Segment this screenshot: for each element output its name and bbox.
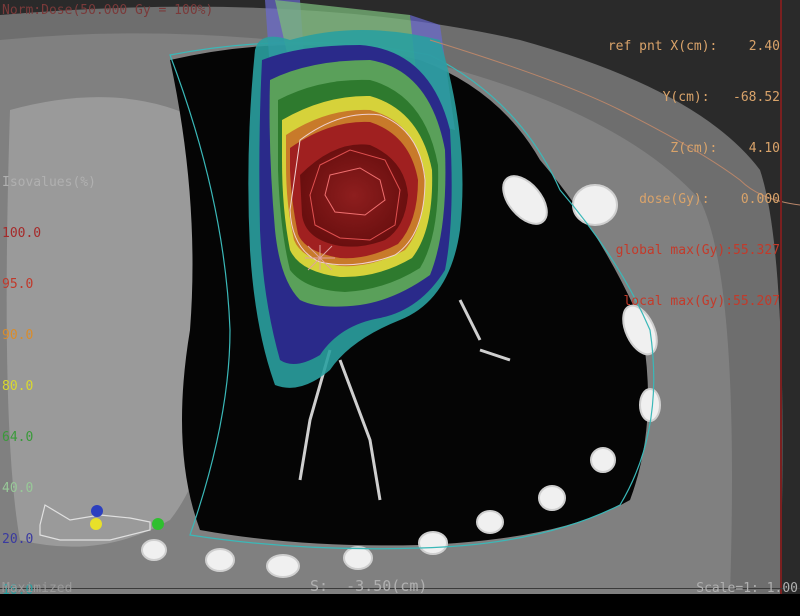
ref-point-z: Z(cm): 4.10 [670,141,780,156]
vertical-divider [780,0,782,594]
ref-point-dose: dose(Gy): 0.000 [639,192,780,207]
isovalue-20: 20.0 [2,532,34,547]
isovalue-80: 80.0 [2,379,34,394]
scale-readout: Scale=1: 1.00 [696,581,798,596]
local-max: local max(Gy):55.207 [623,294,780,309]
isovalue-95: 95.0 [2,277,34,292]
ref-point-y: Y(cm): -68.52 [662,90,780,105]
slice-position: S: -3.50(cm) [310,577,428,595]
isovalue-title: Isovalues(%) [2,175,96,190]
isovalue-64: 64.0 [2,430,34,445]
isovalue-legend: Isovalues(%) 100.0 95.0 90.0 80.0 64.0 4… [2,140,96,616]
global-max: global max(Gy):55.327 [615,243,780,258]
isovalue-40: 40.0 [2,481,34,496]
normalization-label: Norm:Dose(50.000 Gy = 100%) [2,3,214,18]
reference-point-readout: ref pnt X(cm): 2.40 Y(cm): -68.52 Z(cm):… [608,4,780,327]
ref-point-x: ref pnt X(cm): 2.40 [607,39,780,54]
isovalue-100: 100.0 [2,226,42,241]
isovalue-90: 90.0 [2,328,34,343]
maximized-toggle[interactable]: Maximized [2,580,72,597]
